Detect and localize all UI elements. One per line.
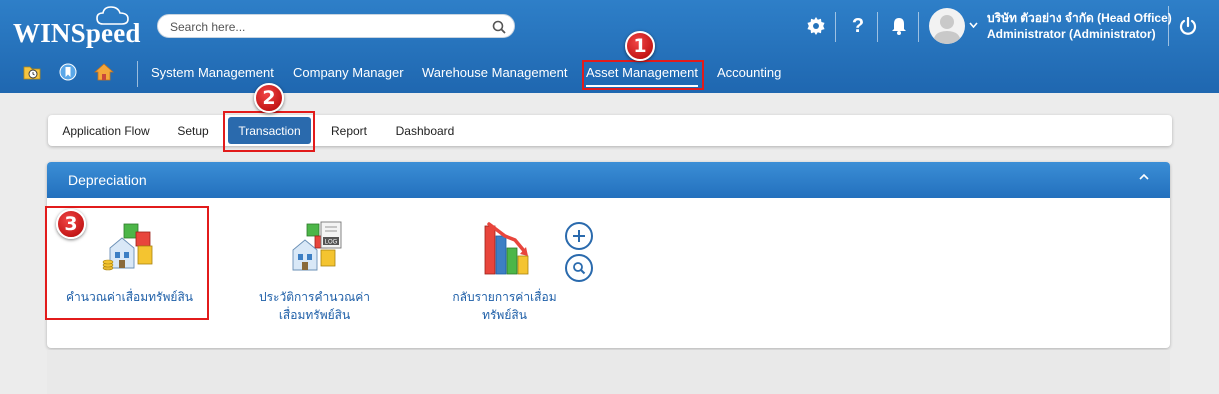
tile-label: ประวัติการคำนวณค่า เสื่อมทรัพย์สิน (242, 288, 387, 324)
add-icon (573, 230, 585, 242)
search-box[interactable] (157, 14, 515, 38)
menu-system-management[interactable]: System Management (151, 63, 274, 87)
home-icon[interactable] (94, 62, 114, 82)
bar-chart-down-icon (484, 222, 528, 275)
annotation-box-step2 (223, 111, 315, 152)
asset-log-icon: LOG (292, 221, 341, 271)
bell-icon[interactable] (888, 14, 910, 38)
tab-bar: Application Flow Setup Transaction Repor… (48, 115, 1172, 146)
search-button[interactable] (565, 254, 593, 282)
log-tag: LOG (324, 240, 337, 246)
tab-report[interactable]: Report (324, 115, 374, 146)
divider (1168, 6, 1169, 46)
bookmark-icon[interactable] (58, 62, 78, 82)
tab-application-flow[interactable]: Application Flow (56, 115, 156, 146)
annotation-badge-step2: 2 (254, 83, 284, 113)
company-name: บริษัท ตัวอย่าง จำกัด (Head Office) (987, 11, 1172, 25)
search-input[interactable] (170, 18, 480, 35)
user-info[interactable]: บริษัท ตัวอย่าง จำกัด (Head Office) Admi… (987, 10, 1172, 42)
divider (877, 12, 878, 42)
divider (137, 61, 138, 87)
divider (918, 12, 919, 42)
cloud-icon (96, 6, 129, 25)
question-icon[interactable]: ? (847, 14, 869, 38)
annotation-box-step1 (582, 60, 704, 90)
menu-warehouse-management[interactable]: Warehouse Management (422, 63, 568, 87)
tile-label-line2: เสื่อมทรัพย์สิน (278, 308, 351, 322)
folder-clock-icon[interactable] (22, 62, 42, 82)
annotation-badge-step3: 3 (56, 209, 86, 239)
tile-label-line1: กลับรายการค่าเสื่อม (452, 290, 557, 304)
divider (835, 12, 836, 42)
chevron-down-icon[interactable] (969, 22, 978, 28)
user-name: Administrator (Administrator) (987, 27, 1156, 41)
gear-icon[interactable] (805, 14, 827, 38)
add-button[interactable] (565, 222, 593, 250)
search-icon[interactable] (492, 20, 506, 34)
panel-title: Depreciation (68, 172, 147, 188)
tab-dashboard[interactable]: Dashboard (390, 115, 460, 146)
page-background (47, 350, 1170, 394)
menu-company-manager[interactable]: Company Manager (293, 63, 404, 87)
tile-depreciation-history[interactable]: LOG ประวัติการคำนวณค่า เสื่อมทรัพย์สิน (242, 218, 387, 324)
annotation-badge-step1: 1 (625, 31, 655, 61)
panel-header[interactable]: Depreciation (47, 162, 1170, 198)
depreciation-panel: Depreciation คำนวณค่าเสื่อมทรัพย์สิน LOG… (47, 162, 1170, 348)
tile-label-line1: ประวัติการคำนวณค่า (258, 290, 371, 304)
search-icon (573, 262, 586, 275)
tab-setup[interactable]: Setup (168, 115, 218, 146)
chevron-up-icon[interactable] (1138, 171, 1150, 183)
tile-label-line2: ทรัพย์สิน (482, 308, 527, 322)
power-icon[interactable] (1177, 14, 1199, 38)
avatar[interactable] (929, 8, 965, 44)
menu-accounting[interactable]: Accounting (717, 63, 781, 87)
tile-reverse-depreciation[interactable]: กลับรายการค่าเสื่อม ทรัพย์สิน (432, 218, 577, 324)
tile-label: กลับรายการค่าเสื่อม ทรัพย์สิน (432, 288, 577, 324)
